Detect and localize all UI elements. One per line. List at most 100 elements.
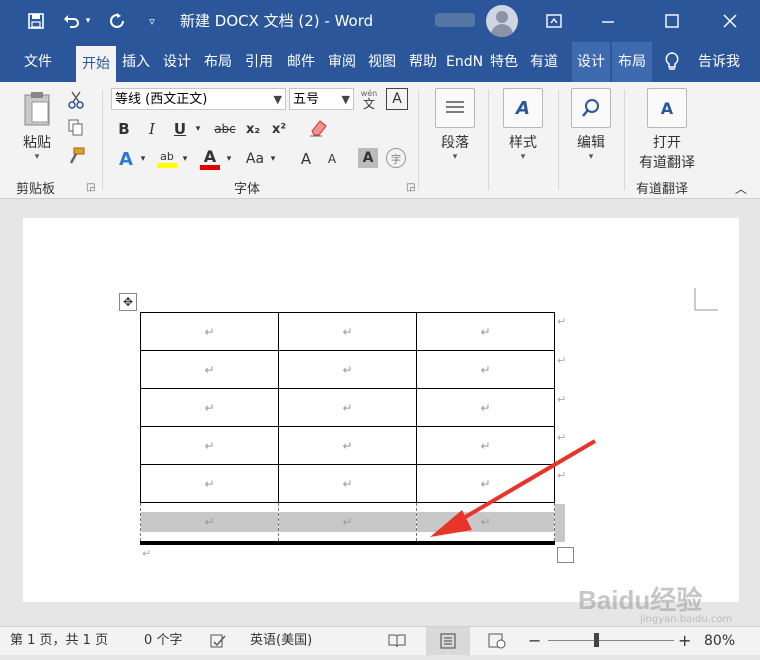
highlight-button[interactable]: ab [154,146,180,172]
tab-design[interactable]: 设计 [158,42,196,82]
zoom-slider-thumb[interactable] [594,633,599,647]
paste-button[interactable]: 粘贴 ▾ [16,90,58,162]
page-count[interactable]: 第 1 页，共 1 页 [10,627,108,655]
tab-file[interactable]: 文件 [10,42,66,82]
user-avatar[interactable] [486,5,518,37]
save-icon[interactable] [22,0,50,42]
subscript-button[interactable]: x₂ [242,118,264,140]
grow-font-button[interactable]: A [296,148,316,170]
character-shading-button[interactable]: A [358,148,378,168]
table-cell[interactable]: ↵ [416,312,555,351]
tab-table-layout[interactable]: 布局 [612,42,652,82]
tell-me-box[interactable]: 告诉我 [698,42,754,82]
styles-label: 样式 [509,135,537,151]
highlight-dropdown-icon[interactable]: ▾ [180,148,190,170]
tab-view[interactable]: 视图 [364,42,400,82]
zoom-out-button[interactable]: − [528,627,541,655]
tab-help[interactable]: 帮助 [404,42,442,82]
undo-dropdown-icon[interactable]: ▾ [80,0,96,42]
table-cell[interactable]: ↵ [140,464,279,503]
change-case-button[interactable]: Aa [242,148,268,170]
table-cell[interactable]: ↵ [278,350,417,389]
cut-icon[interactable] [66,90,86,110]
table-cell[interactable]: ↵ [140,350,279,389]
strikethrough-button[interactable]: abc [210,118,240,140]
customize-qat-icon[interactable]: ▿ [138,0,166,42]
tab-table-design[interactable]: 设计 [572,42,610,82]
change-case-dropdown-icon[interactable]: ▾ [268,148,278,170]
copy-icon[interactable] [66,118,86,138]
table-cell[interactable]: ↵ [278,502,417,541]
italic-button[interactable]: I [142,118,162,140]
table-cell[interactable]: ↵ [140,502,279,541]
font-name-combo[interactable]: 等线 (西文正文) ▼ [111,88,286,110]
table-row[interactable]: ↵ ↵ ↵ [140,388,555,427]
phonetic-guide-button[interactable]: wén 文 [358,88,380,110]
table-cell[interactable]: ↵ [278,388,417,427]
table-resize-handle[interactable] [557,547,574,563]
shrink-font-button[interactable]: A [322,148,342,170]
ribbon-display-options-icon[interactable] [540,0,568,42]
web-layout-icon[interactable] [488,627,506,655]
close-icon[interactable] [716,0,744,42]
format-painter-icon[interactable] [66,146,86,166]
table-cell[interactable]: ↵ [416,388,555,427]
font-size-combo[interactable]: 五号 ▼ [289,88,354,110]
text-effects-dropdown-icon[interactable]: ▾ [138,148,148,170]
underline-dropdown-icon[interactable]: ▾ [192,118,204,140]
clipboard-launcher-icon[interactable]: ◲ [86,182,95,193]
open-youdao-translate-button[interactable]: A 打开 有道翻译 [634,88,700,172]
zoom-in-button[interactable]: + [678,627,691,655]
proofing-icon[interactable] [210,627,226,655]
table-cell[interactable]: ↵ [278,426,417,465]
paste-dropdown-icon[interactable]: ▾ [16,152,58,162]
enclose-characters-button[interactable]: 字 [386,148,406,168]
character-border-button[interactable]: A [386,88,408,110]
tab-special[interactable]: 特色 [490,42,526,82]
superscript-button[interactable]: x² [268,118,290,140]
tab-review[interactable]: 审阅 [323,42,361,82]
styles-dropdown-icon: ▾ [520,152,526,162]
print-layout-icon[interactable] [426,627,470,655]
font-group-label: 字体 [234,182,261,197]
minimize-icon[interactable] [594,0,622,42]
table-row[interactable]: ↵ ↵ ↵ [140,312,555,351]
tab-endnote[interactable]: EndN [446,42,486,82]
table-cell[interactable]: ↵ [140,388,279,427]
tab-home[interactable]: 开始 [76,46,116,82]
underline-button[interactable]: U [170,118,190,140]
read-mode-icon[interactable] [388,627,406,655]
maximize-icon[interactable] [658,0,686,42]
zoom-level[interactable]: 80% [704,627,735,655]
language-indicator[interactable]: 英语(美国) [250,627,312,655]
table-cell[interactable]: ↵ [278,464,417,503]
table-cell[interactable]: ↵ [140,426,279,465]
clear-formatting-icon[interactable] [306,116,330,140]
bold-button[interactable]: B [114,118,134,140]
table-cell[interactable]: ↵ [278,312,417,351]
table-cell[interactable]: ↵ [140,312,279,351]
font-color-button[interactable]: A [198,146,222,172]
font-color-letter: A [203,146,217,166]
zoom-slider-track[interactable] [548,640,674,641]
font-launcher-icon[interactable]: ◲ [406,182,415,193]
tab-youdao[interactable]: 有道 [530,42,570,82]
table-row[interactable]: ↵ ↵ ↵ [140,350,555,389]
editing-button[interactable]: 编辑 ▾ [568,88,614,162]
styles-button[interactable]: A 样式 ▾ [500,88,546,162]
paragraph-button[interactable]: 段落 ▾ [432,88,478,162]
lightbulb-icon[interactable] [664,42,688,82]
text-effects-button[interactable]: A [114,148,138,170]
tab-mailings[interactable]: 邮件 [282,42,320,82]
font-name-value: 等线 (西文正文) [115,92,208,107]
tab-layout[interactable]: 布局 [200,42,236,82]
tab-insert[interactable]: 插入 [118,42,154,82]
word-count[interactable]: 0 个字 [144,627,182,655]
font-color-swatch [200,164,220,170]
tab-references[interactable]: 引用 [240,42,278,82]
redo-icon[interactable] [103,0,131,42]
table-cell[interactable]: ↵ [416,350,555,389]
font-color-dropdown-icon[interactable]: ▾ [224,148,234,170]
table-move-handle-icon[interactable]: ✥ [119,293,137,311]
collapse-ribbon-icon[interactable]: ︿ [732,180,750,196]
